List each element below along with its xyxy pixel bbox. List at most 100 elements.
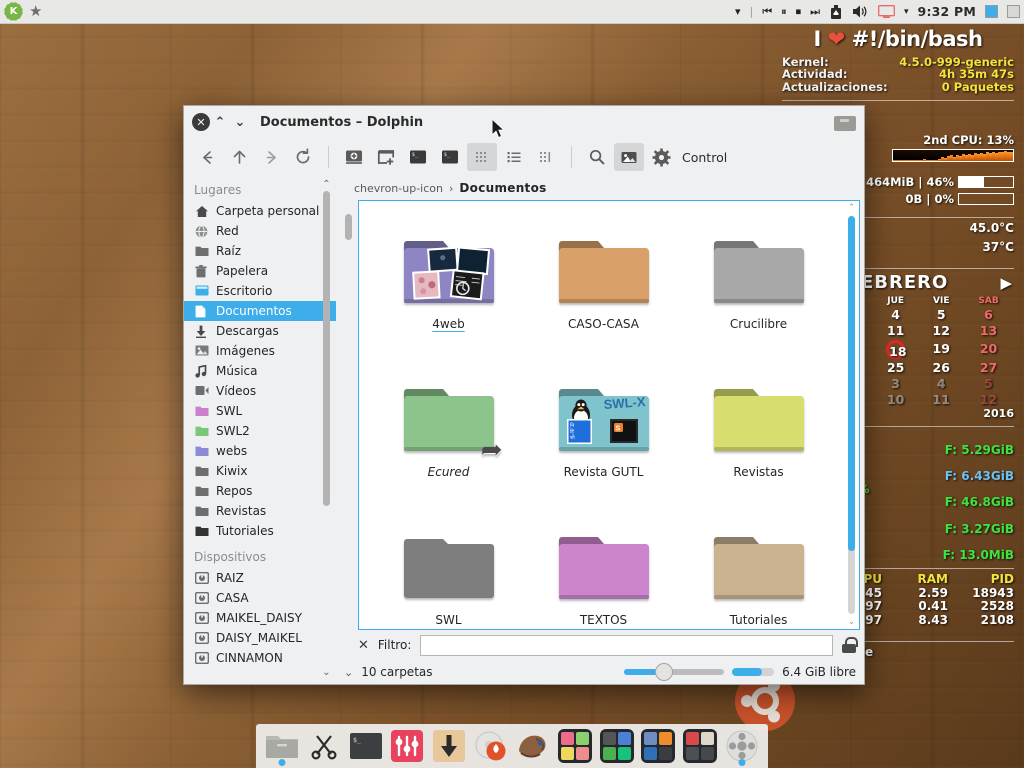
sidebar-item-revistas[interactable]: Revistas (184, 501, 336, 521)
sidebar-item-documentos[interactable]: Documentos (184, 301, 336, 321)
sidebar-item-tutoriales[interactable]: Tutoriales (184, 521, 336, 541)
file-item[interactable]: Crucilibre (681, 217, 836, 365)
sidebar-item-escritorio[interactable]: Escritorio (184, 281, 336, 301)
lock-icon[interactable] (842, 637, 858, 653)
scroll-down-icon[interactable]: ⌄ (845, 616, 858, 628)
sidebar-item-im-genes[interactable]: Imágenes (184, 341, 336, 361)
root-terminal-button[interactable]: $_ (435, 143, 465, 171)
file-item[interactable]: SWL (371, 513, 526, 629)
sidebar-item-papelera[interactable]: Papelera (184, 261, 336, 281)
dock-terminal[interactable]: $_ (348, 728, 384, 764)
filter-input[interactable] (420, 634, 833, 656)
symlink-arrow-icon: ➦ (480, 435, 503, 465)
sidebar-item-m-sica[interactable]: Música (184, 361, 336, 381)
dock-group-media[interactable] (640, 728, 676, 764)
pager-desktop-1[interactable] (985, 5, 998, 18)
sidebar-item-ra-z[interactable]: Raíz (184, 241, 336, 261)
sidebar-item-red[interactable]: Red (184, 221, 336, 241)
sidebar-item-casa[interactable]: CASA (184, 588, 336, 608)
sidebar-item-label: Vídeos (216, 384, 257, 398)
previous-icon[interactable]: ⏮ (762, 5, 772, 19)
stop-icon[interactable]: ⏹ (796, 5, 802, 19)
file-item[interactable]: Tutoriales (681, 513, 836, 629)
kde-connect-icon[interactable]: K (6, 4, 21, 19)
dock-mixer[interactable] (389, 728, 425, 764)
volume-icon[interactable] (852, 4, 869, 19)
dock-downloads[interactable] (431, 728, 467, 764)
sidebar-item-repos[interactable]: Repos (184, 481, 336, 501)
file-view-scrollbar[interactable]: ⌃ ⌄ (845, 202, 858, 628)
scroll-down-icon[interactable]: ⌄ (321, 667, 332, 678)
dock-group-tools[interactable] (682, 728, 718, 764)
pager-desktop-2[interactable] (1007, 5, 1020, 18)
sidebar-item-carpeta-personal[interactable]: Carpeta personal (184, 201, 336, 221)
dock-file-manager[interactable] (264, 728, 300, 766)
dock-burner[interactable] (473, 728, 509, 764)
chevron-down-icon[interactable]: ⌄ (344, 666, 353, 679)
file-item[interactable]: SWL-X नि हि शो S Revista GUTL (526, 365, 681, 513)
close-icon[interactable]: ✕ (358, 638, 369, 653)
sidebar-item-kiwix[interactable]: Kiwix (184, 461, 336, 481)
compact-view-button[interactable] (531, 143, 561, 171)
calendar-next-icon[interactable]: ▶ (1000, 275, 1012, 292)
close-button[interactable]: ✕ (192, 113, 210, 131)
shade-down-button[interactable]: ⌄ (230, 115, 250, 130)
sidebar-item-swl[interactable]: SWL (184, 401, 336, 421)
free-space-bar (732, 668, 775, 676)
star-icon[interactable]: ★ (29, 4, 42, 19)
up-button[interactable] (224, 143, 254, 171)
clock[interactable]: 9:32 PM (918, 4, 976, 19)
zoom-slider[interactable] (624, 663, 725, 681)
window-titlebar[interactable]: ✕ ⌃ ⌄ Documentos – Dolphin (184, 106, 864, 138)
sidebar-scrollbar[interactable]: ⌃ ⌄ (321, 179, 332, 684)
scroll-thumb[interactable] (848, 216, 855, 551)
sidebar-item-label: Música (216, 364, 258, 378)
dock-browser[interactable] (515, 728, 551, 764)
dock-group-net[interactable] (599, 728, 635, 764)
new-window-button[interactable] (371, 143, 401, 171)
shade-up-button[interactable]: ⌃ (210, 115, 230, 130)
conky-info-row: Actualizaciones: 0 Paquetes (782, 80, 1014, 95)
dock-screenshot[interactable] (306, 728, 342, 764)
sidebar-item-raiz[interactable]: RAIZ (184, 568, 336, 588)
sidebar-item-descargas[interactable]: Descargas (184, 321, 336, 341)
back-button[interactable] (192, 143, 222, 171)
sidebar-item-daisy-maikel[interactable]: DAISY_MAIKEL (184, 628, 336, 648)
file-item[interactable]: TEXTOS (526, 513, 681, 629)
file-item[interactable]: Revistas (681, 365, 836, 513)
breadcrumb-path[interactable]: Documentos (459, 181, 546, 195)
icons-view-button[interactable] (467, 143, 497, 171)
file-item[interactable]: 4web (371, 217, 526, 365)
sidebar-item-webs[interactable]: webs (184, 441, 336, 461)
folder-icon (834, 113, 856, 131)
image-preview-icon[interactable] (614, 143, 644, 171)
chevron-down-small-icon[interactable]: ▾ (904, 7, 909, 17)
dock-settings[interactable] (724, 728, 760, 766)
scroll-up-icon[interactable]: ⌃ (845, 202, 858, 214)
view-panel-scrollbar[interactable] (343, 200, 354, 630)
chevron-up-icon[interactable]: chevron-up-icon (354, 182, 443, 195)
terminal-here-button[interactable]: $_ (403, 143, 433, 171)
reload-button[interactable] (288, 143, 318, 171)
file-item[interactable]: ➦ Ecured (371, 365, 526, 513)
display-icon[interactable] (878, 4, 895, 19)
sidebar-item-label: Revistas (216, 504, 267, 518)
next-icon[interactable]: ⏭ (810, 5, 820, 19)
breadcrumb[interactable]: chevron-up-icon › Documentos (336, 176, 864, 200)
sidebar-item-cinnamon[interactable]: CINNAMON (184, 648, 336, 668)
usb-drive-icon[interactable] (829, 4, 843, 20)
forward-button[interactable] (256, 143, 286, 171)
sidebar-item-v-deos[interactable]: Vídeos (184, 381, 336, 401)
pause-icon[interactable]: ⏸ (781, 5, 787, 19)
details-view-button[interactable] (499, 143, 529, 171)
scroll-up-icon[interactable]: ⌃ (321, 179, 332, 190)
dock-group-office[interactable] (557, 728, 593, 764)
sidebar-item-swl2[interactable]: SWL2 (184, 421, 336, 441)
control-button-label[interactable]: Control (682, 150, 727, 165)
chevron-down-icon[interactable]: ▾ (735, 5, 741, 18)
sidebar-item-maikel-daisy[interactable]: MAIKEL_DAISY (184, 608, 336, 628)
search-icon[interactable] (582, 143, 612, 171)
gear-icon[interactable] (646, 143, 676, 171)
file-item[interactable]: CASO-CASA (526, 217, 681, 365)
mount-iso-button[interactable] (339, 143, 369, 171)
